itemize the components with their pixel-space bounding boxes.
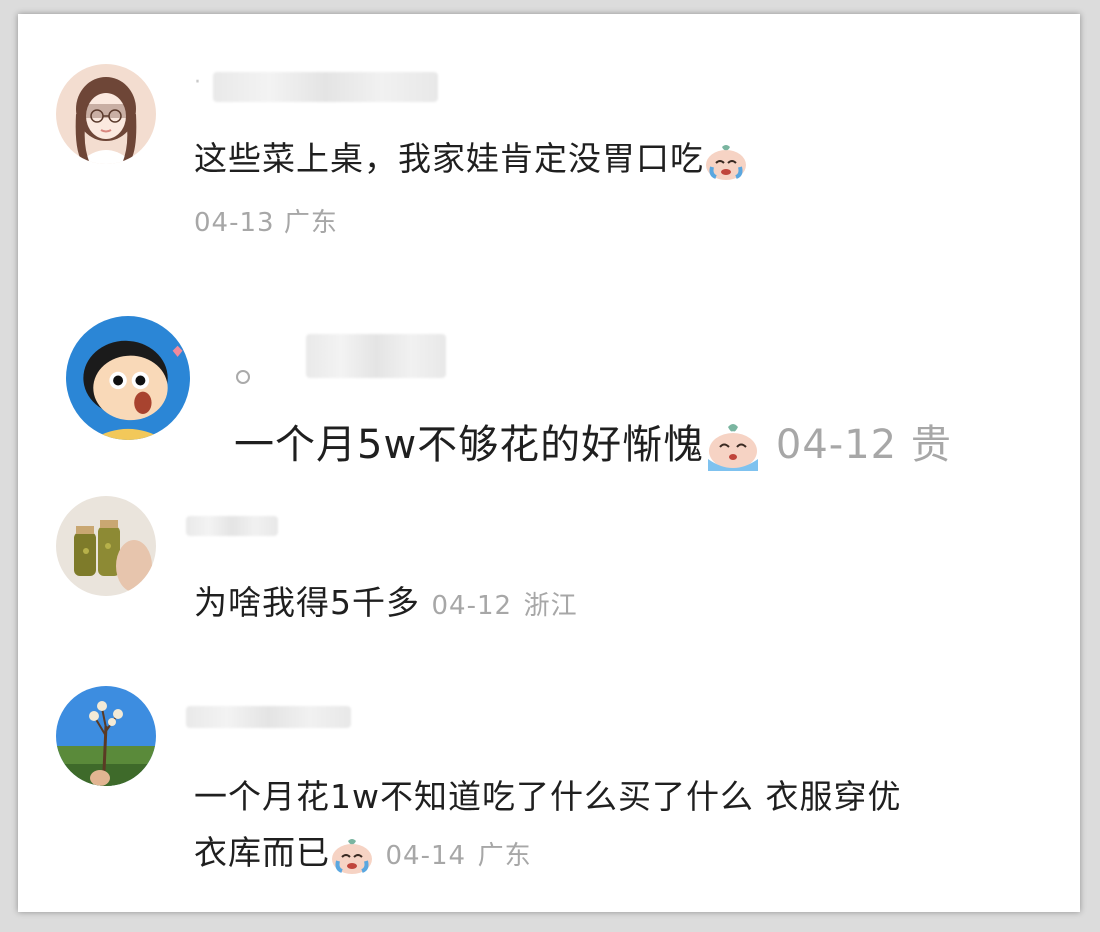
comment-date: 04-12 — [431, 591, 513, 621]
comment-body: 为啥我得5千多 — [194, 583, 420, 622]
avatar[interactable] — [56, 686, 156, 786]
comment-item: 为啥我得5千多 04-12 浙江 — [18, 484, 1080, 634]
username-dot — [236, 370, 250, 384]
comment-text: 为啥我得5千多 04-12 浙江 — [194, 576, 578, 624]
girl-with-glasses-avatar-icon — [56, 64, 156, 164]
username-blurred[interactable] — [213, 72, 438, 102]
comment-meta: 04-13 广东 — [194, 202, 338, 239]
comment-item: · 这些菜上桌，我家娃肯定没胃口吃 04-13 广东 — [18, 14, 1080, 274]
crying-face-emoji-icon — [704, 421, 762, 473]
comment-location: 广东 — [477, 841, 532, 871]
comment-text-line-2: 衣库而已 04-14 广东 — [194, 826, 532, 875]
comment-text: 这些菜上桌，我家娃肯定没胃口吃 — [194, 132, 748, 181]
crying-face-emoji-icon — [704, 141, 748, 181]
avatar[interactable] — [56, 496, 156, 596]
comment-item: 一个月5w不够花的好惭愧 04-12 贵 — [18, 304, 1080, 484]
comment-location: 广东 — [283, 208, 338, 238]
username-blurred[interactable] — [186, 516, 278, 536]
comment-body: 这些菜上桌，我家娃肯定没胃口吃 — [194, 139, 704, 178]
username-fragment: · — [194, 70, 201, 95]
comment-body: 一个月花1w不知道吃了什么买了什么 衣服穿优 — [194, 777, 902, 816]
comment-text: 一个月5w不够花的好惭愧 04-12 贵 — [234, 412, 952, 473]
comment-list: · 这些菜上桌，我家娃肯定没胃口吃 04-13 广东 一个月5w不够花的好惭愧 … — [18, 14, 1080, 912]
cartoon-boy-avatar-icon — [66, 316, 190, 440]
comment-location: 浙江 — [523, 591, 578, 621]
comment-date: 04-12 — [775, 422, 898, 468]
comment-item: 一个月花1w不知道吃了什么买了什么 衣服穿优 衣库而已 04-14 广东 — [18, 674, 1080, 904]
username-blurred[interactable] — [186, 706, 351, 728]
comment-date: 04-14 — [385, 841, 467, 871]
username-blurred[interactable] — [306, 334, 446, 378]
comment-body-continued: 衣库而已 — [194, 833, 330, 872]
comment-location: 贵 — [910, 422, 952, 468]
comment-date: 04-13 — [194, 208, 275, 238]
avatar[interactable] — [66, 316, 190, 440]
comment-text-line-1: 一个月花1w不知道吃了什么买了什么 衣服穿优 — [194, 770, 901, 818]
avatar[interactable] — [56, 64, 156, 164]
crying-face-emoji-icon — [330, 835, 374, 875]
comment-body: 一个月5w不够花的好惭愧 — [234, 422, 705, 468]
jars-photo-avatar-icon — [56, 496, 156, 596]
tree-sky-avatar-icon — [56, 686, 156, 786]
